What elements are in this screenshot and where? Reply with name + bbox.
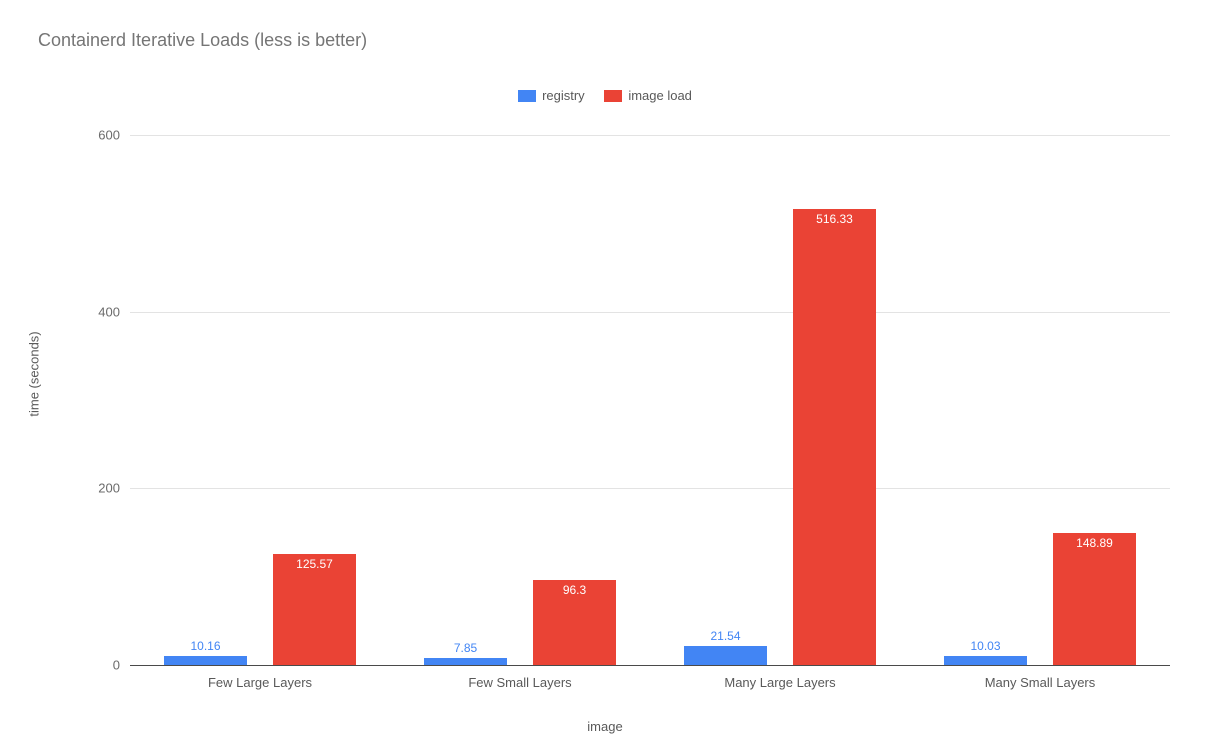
x-axis-title: image xyxy=(0,719,1210,734)
category-label: Few Small Layers xyxy=(390,675,650,690)
legend-label-registry: registry xyxy=(542,88,585,103)
y-tick-label: 400 xyxy=(80,304,120,319)
legend: registry image load xyxy=(0,88,1210,105)
bar-image-load: 516.33 xyxy=(793,209,876,665)
bar-value-label: 125.57 xyxy=(273,558,356,570)
bar-image-load: 148.89 xyxy=(1053,533,1136,665)
legend-item-registry: registry xyxy=(518,88,585,103)
bar-group: Few Large Layers10.16125.57 xyxy=(130,135,390,665)
bar-registry: 7.85 xyxy=(424,658,507,665)
bar-value-label: 516.33 xyxy=(793,213,876,225)
bar-value-label: 148.89 xyxy=(1053,537,1136,549)
y-axis-title: time (seconds) xyxy=(27,331,42,416)
bar-group: Many Large Layers21.54516.33 xyxy=(650,135,910,665)
y-tick-label: 0 xyxy=(80,658,120,673)
bar-registry: 10.16 xyxy=(164,656,247,665)
bar-value-label: 7.85 xyxy=(424,642,507,654)
category-label: Many Large Layers xyxy=(650,675,910,690)
bar-group: Many Small Layers10.03148.89 xyxy=(910,135,1170,665)
legend-swatch-image-load xyxy=(604,90,622,102)
bar-registry: 10.03 xyxy=(944,656,1027,665)
chart-title: Containerd Iterative Loads (less is bett… xyxy=(38,30,367,51)
legend-item-image-load: image load xyxy=(604,88,692,103)
bar-group: Few Small Layers7.8596.3 xyxy=(390,135,650,665)
legend-swatch-registry xyxy=(518,90,536,102)
chart-container: Containerd Iterative Loads (less is bett… xyxy=(0,0,1210,748)
category-label: Few Large Layers xyxy=(130,675,390,690)
bar-value-label: 96.3 xyxy=(533,584,616,596)
y-tick-label: 600 xyxy=(80,128,120,143)
bar-value-label: 10.03 xyxy=(944,640,1027,652)
bar-registry: 21.54 xyxy=(684,646,767,665)
plot-area: Few Large Layers10.16125.57Few Small Lay… xyxy=(130,135,1170,666)
legend-label-image-load: image load xyxy=(628,88,692,103)
bar-image-load: 125.57 xyxy=(273,554,356,665)
category-label: Many Small Layers xyxy=(910,675,1170,690)
bar-image-load: 96.3 xyxy=(533,580,616,665)
bar-value-label: 10.16 xyxy=(164,640,247,652)
bar-value-label: 21.54 xyxy=(684,630,767,642)
y-tick-label: 200 xyxy=(80,481,120,496)
